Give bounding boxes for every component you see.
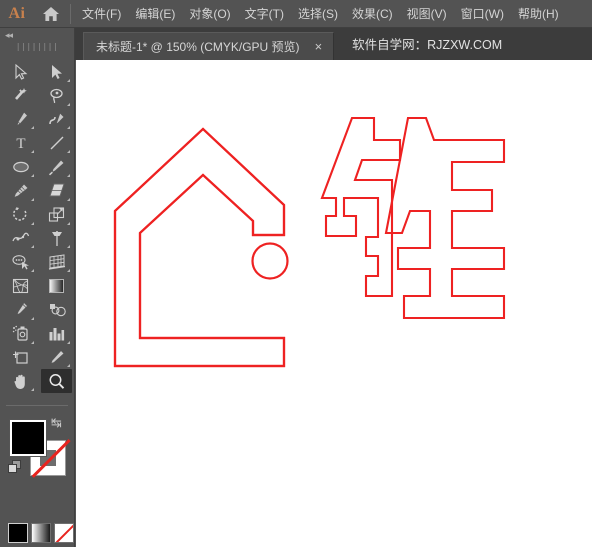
- flyout-indicator-icon: [31, 388, 34, 392]
- scale-tool[interactable]: [41, 203, 72, 227]
- curvature-tool[interactable]: [41, 108, 72, 132]
- default-fill-stroke-icon[interactable]: [8, 460, 21, 473]
- menu-help[interactable]: 帮助(H): [511, 3, 566, 25]
- close-icon[interactable]: ×: [312, 40, 326, 53]
- document-canvas[interactable]: [76, 60, 592, 547]
- swap-fill-stroke-icon[interactable]: ↹: [51, 416, 62, 429]
- magic-wand-tool[interactable]: [5, 84, 36, 108]
- color-mode-button[interactable]: [8, 523, 28, 543]
- paint-mode-buttons: [8, 523, 77, 543]
- menu-file[interactable]: 文件(F): [75, 3, 128, 25]
- artwork[interactable]: [76, 60, 592, 547]
- perspective-grid-tool[interactable]: [41, 250, 72, 274]
- width-tool[interactable]: [5, 227, 36, 251]
- column-graph-tool[interactable]: [41, 322, 72, 346]
- flyout-indicator-icon: [31, 316, 34, 320]
- toolbar-drag-handle[interactable]: ||||||||: [0, 42, 74, 51]
- flyout-indicator-icon: [67, 221, 70, 225]
- document-tab[interactable]: 未标题-1* @ 150% (CMYK/GPU 预览) ×: [83, 32, 335, 60]
- toolbar-header: ◂◂ ||||||||: [0, 28, 75, 60]
- selection-tool[interactable]: [5, 60, 36, 84]
- rotate-tool[interactable]: [5, 203, 36, 227]
- flyout-indicator-icon: [31, 150, 34, 154]
- collapse-panel-icon[interactable]: ◂◂: [5, 30, 13, 41]
- shape-builder-tool[interactable]: [5, 250, 36, 274]
- flyout-indicator-icon: [31, 126, 34, 130]
- line-segment-tool[interactable]: [41, 131, 72, 155]
- watermark-text: 软件自学网：RJZXW.COM: [352, 38, 503, 52]
- svg-text:T: T: [16, 136, 25, 151]
- menu-bar: Ai 文件(F) 编辑(E) 对象(O) 文字(T) 选择(S) 效果(C) 视…: [0, 0, 592, 28]
- flyout-indicator-icon: [31, 173, 34, 177]
- free-transform-tool[interactable]: [41, 227, 72, 251]
- flyout-indicator-icon: [67, 245, 70, 249]
- fill-swatch[interactable]: [10, 420, 46, 456]
- menu-effect[interactable]: 效果(C): [345, 3, 400, 25]
- artboard-tool[interactable]: [5, 346, 36, 370]
- flyout-indicator-icon: [67, 78, 70, 82]
- none-mode-button[interactable]: [54, 523, 74, 543]
- symbol-sprayer-tool[interactable]: [5, 322, 36, 346]
- slice-tool[interactable]: [41, 346, 72, 370]
- flyout-indicator-icon: [31, 197, 34, 201]
- flyout-indicator-icon: [67, 269, 70, 273]
- flyout-indicator-icon: [67, 126, 70, 130]
- mesh-tool[interactable]: [5, 274, 36, 298]
- eyedropper-tool[interactable]: [5, 298, 36, 322]
- flyout-indicator-icon: [31, 340, 34, 344]
- gradient-mode-button[interactable]: [31, 523, 51, 543]
- pen-tool[interactable]: [5, 108, 36, 132]
- app-logo-icon: Ai: [8, 4, 26, 22]
- blend-tool[interactable]: [41, 298, 72, 322]
- menu-window[interactable]: 窗口(W): [454, 3, 511, 25]
- flyout-indicator-icon: [67, 364, 70, 368]
- hand-tool[interactable]: [5, 369, 36, 393]
- menu-type[interactable]: 文字(T): [238, 3, 291, 25]
- document-tab-title: 未标题-1* @ 150% (CMYK/GPU 预览): [96, 40, 300, 54]
- flyout-indicator-icon: [67, 340, 70, 344]
- menu-view[interactable]: 视图(V): [400, 3, 454, 25]
- lasso-tool[interactable]: [41, 84, 72, 108]
- blob-brush-tool[interactable]: [5, 179, 36, 203]
- paintbrush-tool[interactable]: [41, 155, 72, 179]
- flyout-indicator-icon: [67, 197, 70, 201]
- tool-grid: T: [0, 60, 75, 394]
- flyout-indicator-icon: [31, 221, 34, 225]
- type-tool[interactable]: T: [5, 131, 36, 155]
- flyout-indicator-icon: [67, 173, 70, 177]
- menu-select[interactable]: 选择(S): [291, 3, 345, 25]
- flyout-indicator-icon: [31, 245, 34, 249]
- home-icon[interactable]: [34, 0, 68, 28]
- flyout-indicator-icon: [31, 269, 34, 273]
- tools-panel: T ↹: [0, 60, 75, 547]
- menu-object[interactable]: 对象(O): [182, 3, 237, 25]
- eraser-tool[interactable]: [41, 179, 72, 203]
- menu-edit[interactable]: 编辑(E): [128, 3, 182, 25]
- document-tab-bar: ◂◂ |||||||| 未标题-1* @ 150% (CMYK/GPU 预览) …: [0, 28, 592, 60]
- flyout-indicator-icon: [67, 102, 70, 106]
- gradient-tool[interactable]: [41, 274, 72, 298]
- ellipse-tool[interactable]: [5, 155, 36, 179]
- menu-divider: [70, 3, 71, 24]
- flyout-indicator-icon: [67, 150, 70, 154]
- illustrator-window: Ai 文件(F) 编辑(E) 对象(O) 文字(T) 选择(S) 效果(C) 视…: [0, 0, 592, 547]
- direct-selection-tool[interactable]: [41, 60, 72, 84]
- toolbar-divider: [6, 405, 68, 406]
- zoom-tool[interactable]: [41, 369, 72, 394]
- none-slash-icon: [55, 524, 73, 542]
